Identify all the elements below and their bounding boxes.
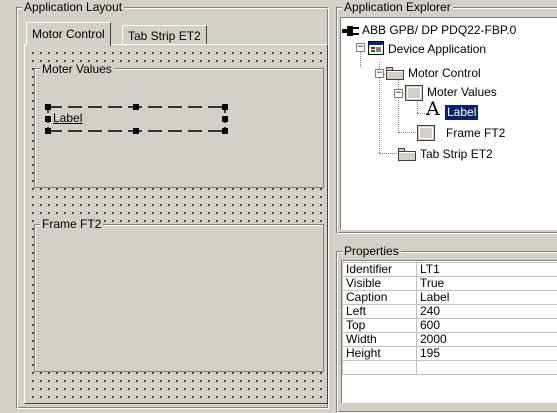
- property-row[interactable]: [343, 361, 557, 375]
- frame-ft2[interactable]: [34, 224, 324, 372]
- tree-item-device-application[interactable]: Device Application: [388, 42, 486, 57]
- collapse-toggle[interactable]: −: [356, 43, 365, 52]
- frame-icon: [405, 85, 423, 101]
- property-key: Identifier: [343, 263, 417, 277]
- tree-line: [398, 132, 416, 133]
- property-key: Top: [343, 319, 417, 333]
- properties-grid-container: Identifier LT1 Visible True Caption Labe…: [341, 260, 557, 403]
- explorer-tree[interactable]: ABB GPB/ DP PDQ22-FBP.0 − Device Applica…: [340, 17, 557, 230]
- frame-moter-values-title: Moter Values: [40, 63, 114, 76]
- property-row[interactable]: Caption Label: [343, 291, 557, 305]
- property-value[interactable]: True: [417, 277, 557, 291]
- resize-handle-e[interactable]: [222, 116, 228, 122]
- property-key: Height: [343, 347, 417, 361]
- tab-tab-strip-et2[interactable]: Tab Strip ET2: [122, 25, 207, 46]
- property-key: Width: [343, 333, 417, 347]
- property-row[interactable]: Height 195: [343, 347, 557, 361]
- property-value[interactable]: 600: [417, 319, 557, 333]
- tree-item-frame-ft2[interactable]: Frame FT2: [446, 126, 505, 141]
- property-value[interactable]: 2000: [417, 333, 557, 347]
- resize-handle-sw[interactable]: [45, 128, 51, 134]
- tree-line: [398, 78, 399, 133]
- property-value[interactable]: Label: [417, 291, 557, 305]
- resize-handle-se[interactable]: [222, 128, 228, 134]
- tab-motor-control[interactable]: Motor Control: [26, 22, 111, 46]
- property-row[interactable]: Top 600: [343, 319, 557, 333]
- properties-grid[interactable]: Identifier LT1 Visible True Caption Labe…: [342, 262, 557, 375]
- property-value[interactable]: [417, 361, 557, 375]
- resize-handle-n[interactable]: [133, 104, 139, 110]
- application-icon: [368, 41, 384, 55]
- property-key: [343, 361, 417, 375]
- tree-line: [379, 153, 397, 154]
- collapse-toggle[interactable]: −: [375, 69, 384, 78]
- property-row[interactable]: Left 240: [343, 305, 557, 319]
- frame-icon: [417, 125, 435, 141]
- tree-item-root[interactable]: ABB GPB/ DP PDQ22-FBP.0: [362, 23, 516, 38]
- device-plug-icon: [342, 25, 360, 37]
- frame-ft2-title: Frame FT2: [40, 218, 103, 231]
- tree-item-label[interactable]: Label: [445, 105, 478, 120]
- property-key: Visible: [343, 277, 417, 291]
- application-explorer-title: Application Explorer: [342, 1, 453, 14]
- property-value[interactable]: LT1: [417, 263, 557, 277]
- property-row[interactable]: Identifier LT1: [343, 263, 557, 277]
- property-key: Left: [343, 305, 417, 319]
- collapse-toggle[interactable]: −: [394, 89, 403, 98]
- tab-folder-icon: [386, 67, 404, 80]
- property-value[interactable]: 195: [417, 347, 557, 361]
- label-widget[interactable]: Label: [45, 104, 228, 134]
- tree-item-motor-control[interactable]: Motor Control: [408, 66, 481, 81]
- tree-item-tab-strip-et2[interactable]: Tab Strip ET2: [420, 147, 493, 162]
- tab-folder-icon: [398, 148, 416, 161]
- resize-handle-w[interactable]: [45, 116, 51, 122]
- label-widget-text: Label: [53, 112, 82, 125]
- resize-handle-nw[interactable]: [45, 104, 51, 110]
- property-row[interactable]: Width 2000: [343, 333, 557, 347]
- resize-handle-ne[interactable]: [222, 104, 228, 110]
- resize-handle-s[interactable]: [133, 128, 139, 134]
- property-value[interactable]: 240: [417, 305, 557, 319]
- property-key: Caption: [343, 291, 417, 305]
- properties-title: Properties: [342, 245, 401, 258]
- application-layout-title: Application Layout: [22, 1, 124, 14]
- property-row[interactable]: Visible True: [343, 277, 557, 291]
- label-type-icon: A: [426, 99, 440, 119]
